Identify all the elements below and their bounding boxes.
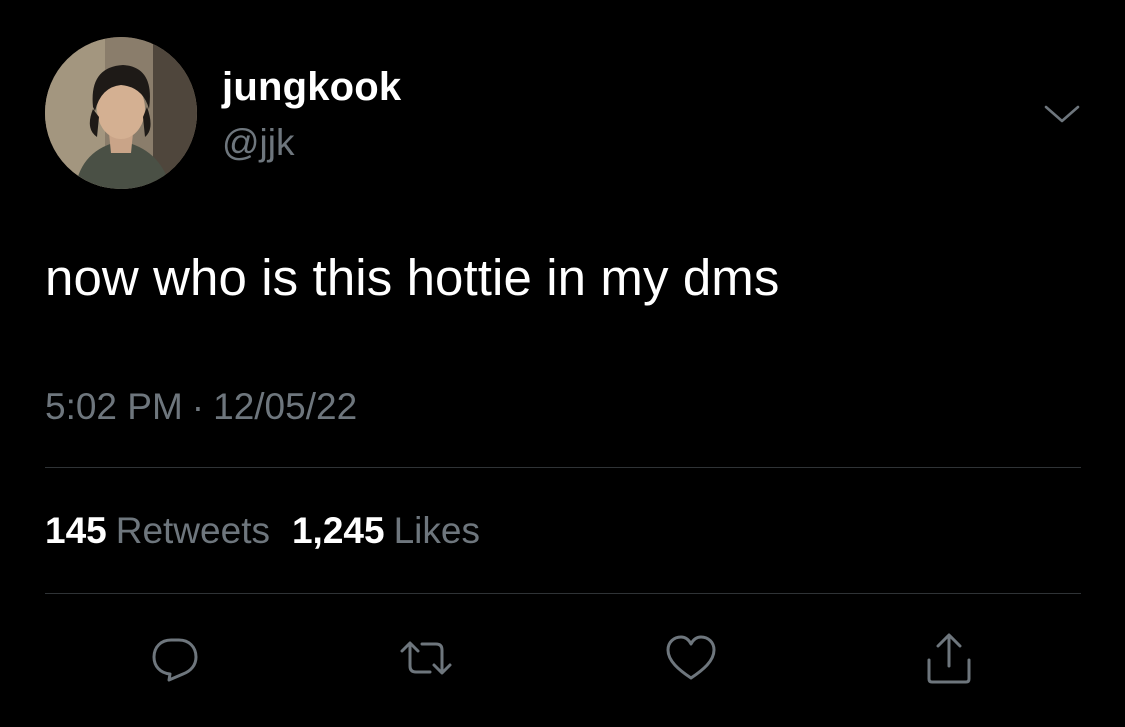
tweet-date: 12/05/22	[213, 386, 358, 427]
likes-label: Likes	[393, 510, 480, 551]
share-button[interactable]	[921, 630, 977, 686]
heart-icon	[666, 635, 716, 680]
like-button[interactable]	[663, 630, 719, 686]
retweet-button[interactable]	[398, 630, 454, 686]
retweets-count: 145	[45, 510, 107, 551]
retweets-stat[interactable]: 145 Retweets	[45, 510, 292, 551]
share-icon	[927, 633, 971, 684]
retweet-icon	[400, 641, 452, 675]
display-name[interactable]: jungkook	[222, 64, 401, 110]
retweets-label: Retweets	[115, 510, 270, 551]
more-options-button[interactable]	[1040, 96, 1084, 132]
tweet-stats: 145 Retweets 1,245 Likes	[45, 508, 502, 554]
tweet-card: jungkook @jjk now who is this hottie in …	[0, 0, 1125, 727]
reply-icon	[152, 638, 198, 682]
avatar[interactable]	[45, 37, 197, 189]
likes-count: 1,245	[291, 510, 385, 551]
tweet-time: 5:02 PM	[45, 386, 183, 427]
divider	[45, 467, 1081, 468]
chevron-down-icon	[1044, 105, 1080, 123]
meta-separator: ·	[191, 386, 205, 427]
tweet-text: now who is this hottie in my dms	[45, 249, 780, 306]
tweet-timestamp[interactable]: 5:02 PM · 12/05/22	[45, 384, 357, 430]
divider	[45, 593, 1081, 594]
reply-button[interactable]	[147, 630, 203, 686]
likes-stat[interactable]: 1,245 Likes	[292, 510, 502, 551]
user-handle[interactable]: @jjk	[222, 121, 295, 165]
avatar-image	[45, 37, 197, 189]
